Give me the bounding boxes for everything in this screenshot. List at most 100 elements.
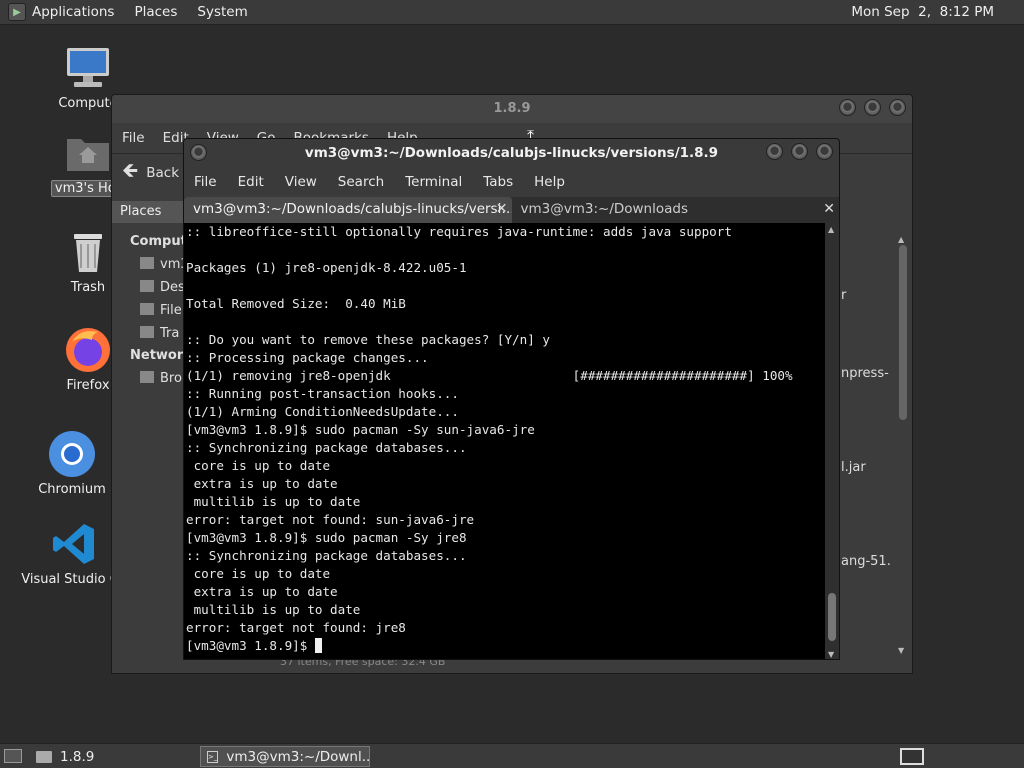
tab-label: vm3@vm3:~/Downloads/calubjs-linucks/vers…	[193, 201, 512, 217]
terminal-prompt: [vm3@vm3 1.8.9]$	[186, 638, 315, 653]
desktop-icon-label: Chromium	[38, 482, 106, 497]
sidebar-item-label: File	[160, 303, 182, 318]
terminal-line: multilib is up to date	[186, 602, 361, 617]
window-menu-button[interactable]	[190, 144, 207, 161]
drive-icon	[140, 303, 154, 315]
computer-icon	[64, 44, 112, 92]
taskbar-label: 1.8.9	[60, 748, 95, 765]
sidebar-item-trash[interactable]: Tra	[112, 322, 192, 345]
menubar: File Edit View Search Terminal Tabs Help	[184, 167, 839, 197]
sidebar-item-label: Des	[160, 280, 185, 295]
menu-help[interactable]: Help	[534, 174, 565, 190]
terminal-line: core is up to date	[186, 458, 331, 473]
terminal-line: error: target not found: sun-java6-jre	[186, 512, 475, 527]
terminal-title: vm3@vm3:~/Downloads/calubjs-linucks/vers…	[304, 145, 719, 161]
minimize-button[interactable]	[766, 143, 783, 160]
back-arrow-icon[interactable]: 🡸	[122, 156, 138, 190]
places-dropdown[interactable]: Places	[112, 201, 192, 223]
home-icon	[140, 257, 154, 269]
desktop-icon	[140, 280, 154, 292]
network-icon	[140, 371, 154, 383]
scroll-thumb[interactable]	[899, 245, 907, 420]
menu-terminal[interactable]: Terminal	[405, 174, 462, 190]
menu-view[interactable]: View	[285, 174, 317, 190]
terminal-window[interactable]: vm3@vm3:~/Downloads/calubjs-linucks/vers…	[183, 138, 840, 660]
sidebar-item-desktop[interactable]: Des	[112, 276, 192, 299]
menu-applications[interactable]: Applications	[32, 4, 114, 20]
tab-versions[interactable]: vm3@vm3:~/Downloads/calubjs-linucks/vers…	[184, 197, 512, 223]
maximize-button[interactable]	[864, 99, 881, 116]
close-tab-icon[interactable]: ✕	[496, 197, 508, 221]
file-list-scrollbar[interactable]: ▲ ▼	[898, 235, 908, 655]
file-name-fragment[interactable]: r	[841, 288, 846, 303]
firefox-icon	[64, 326, 112, 374]
terminal-line: multilib is up to date	[186, 494, 361, 509]
tab-bar: vm3@vm3:~/Downloads/calubjs-linucks/vers…	[184, 197, 839, 223]
sidebar-heading-computer: Compute	[130, 234, 196, 249]
menu-file[interactable]: File	[194, 174, 217, 190]
sidebar-heading-network: Network	[130, 348, 192, 363]
scroll-up-icon[interactable]: ▲	[828, 225, 834, 234]
clock[interactable]: Mon Sep 2, 8:12 PM	[851, 4, 994, 20]
terminal-output[interactable]: :: libreoffice-still optionally requires…	[184, 223, 827, 659]
file-name-fragment[interactable]: npress-	[841, 366, 889, 381]
terminal-line: :: Synchronizing package databases...	[186, 440, 467, 455]
tab-downloads[interactable]: vm3@vm3:~/Downloads ✕	[512, 197, 840, 223]
trash-icon	[140, 326, 154, 338]
terminal-line: :: Processing package changes...	[186, 350, 429, 365]
vscode-icon	[50, 520, 98, 568]
scroll-down-icon[interactable]: ▼	[898, 646, 904, 655]
tab-label: vm3@vm3:~/Downloads	[520, 201, 689, 217]
scroll-thumb[interactable]	[828, 593, 836, 641]
sidebar-item-home[interactable]: vm3	[112, 253, 192, 276]
terminal-line: [vm3@vm3 1.8.9]$ sudo pacman -Sy jre8	[186, 530, 467, 545]
sidebar-item-filesystem[interactable]: File	[112, 299, 192, 322]
top-panel: ▶ Applications Places System Mon Sep 2, …	[0, 0, 1024, 25]
minimize-button[interactable]	[839, 99, 856, 116]
menu-system[interactable]: System	[197, 4, 247, 20]
terminal-line: :: Do you want to remove these packages?…	[186, 332, 550, 347]
taskbar-item-terminal[interactable]: >_ vm3@vm3:~/Downl...	[200, 746, 370, 767]
close-button[interactable]	[889, 99, 906, 116]
chromium-icon	[48, 430, 96, 478]
show-desktop-icon[interactable]	[4, 749, 22, 763]
file-name-fragment[interactable]: l.jar	[841, 460, 866, 475]
terminal-prompt-line[interactable]: [vm3@vm3 1.8.9]$	[186, 637, 827, 655]
sidebar-item-label: Tra	[160, 326, 180, 341]
terminal-line: error: target not found: jre8	[186, 620, 406, 635]
desktop-icon-label: Firefox	[66, 378, 110, 393]
terminal-line: extra is up to date	[186, 584, 338, 599]
menu-logo-icon[interactable]: ▶	[8, 3, 26, 21]
close-tab-icon[interactable]: ✕	[823, 197, 835, 221]
trash-icon	[64, 228, 112, 276]
back-button[interactable]: Back	[146, 165, 179, 181]
terminal-line: :: Synchronizing package databases...	[186, 548, 467, 563]
file-name-fragment[interactable]: ang-51.	[841, 554, 891, 569]
close-button[interactable]	[816, 143, 833, 160]
scroll-down-icon[interactable]: ▼	[828, 650, 834, 659]
sidebar: Compute vm3 Des File Tra Network Bro	[112, 225, 196, 655]
taskbar-item-file-manager[interactable]: 1.8.9	[36, 747, 94, 766]
terminal-icon: >_	[207, 750, 219, 763]
menu-file[interactable]: File	[122, 130, 145, 146]
menu-edit[interactable]: Edit	[238, 174, 264, 190]
terminal-line: :: libreoffice-still optionally requires…	[186, 224, 732, 239]
terminal-scrollbar[interactable]: ▲ ▼	[825, 223, 839, 659]
menu-tabs[interactable]: Tabs	[483, 174, 513, 190]
menu-search[interactable]: Search	[338, 174, 384, 190]
workspace-switcher[interactable]	[900, 748, 924, 765]
terminal-line: extra is up to date	[186, 476, 338, 491]
terminal-line: core is up to date	[186, 566, 331, 581]
scroll-up-icon[interactable]: ▲	[898, 235, 904, 244]
menu-places[interactable]: Places	[134, 4, 177, 20]
terminal-line: (1/1) removing jre8-openjdk [###########…	[186, 368, 793, 383]
terminal-line: Packages (1) jre8-openjdk-8.422.u05-1	[186, 260, 467, 275]
maximize-button[interactable]	[791, 143, 808, 160]
sidebar-item-browse-network[interactable]: Bro	[112, 367, 192, 390]
terminal-line: (1/1) Arming ConditionNeedsUpdate...	[186, 404, 459, 419]
text-cursor	[314, 638, 322, 653]
sidebar-item-label: Bro	[160, 371, 182, 386]
